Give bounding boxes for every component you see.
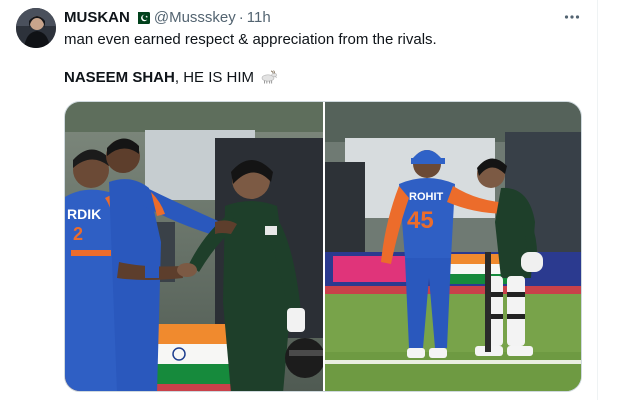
photo-consoling[interactable]: ROHIT 45: [325, 102, 581, 391]
ellipsis-icon[interactable]: [560, 6, 584, 28]
tweet-bold-name: NASEEM SHAH: [64, 69, 175, 86]
jersey-text-left: RDIK: [67, 206, 101, 222]
timeline-divider: [597, 0, 598, 400]
tweet-text-rest: , HE IS HIM: [174, 69, 255, 86]
tweet-text-line-2: NASEEM SHAH, HE IS HIM: [64, 68, 278, 88]
header-separator: ·: [238, 9, 244, 26]
jersey-name-right: ROHIT: [409, 191, 444, 203]
author-name[interactable]: MUSKAN: [64, 8, 130, 28]
tweet-text-line-1: man even earned respect & appreciation f…: [64, 31, 437, 48]
pakistan-flag-icon: [133, 10, 150, 26]
jersey-number-left: 2: [73, 224, 83, 244]
tweet-card[interactable]: MUSKAN @Mussskey · 11h man even earned r…: [0, 0, 621, 400]
avatar[interactable]: [16, 8, 56, 48]
goat-icon: [260, 70, 278, 84]
post-timestamp[interactable]: 11h: [247, 8, 271, 28]
tweet-header: MUSKAN @Mussskey · 11h: [64, 8, 271, 28]
author-handle[interactable]: @Mussskey: [154, 8, 236, 28]
photo-handshake[interactable]: RDIK 2: [65, 102, 323, 391]
media-grid: RDIK 2 ROHIT 45: [64, 101, 582, 392]
jersey-number-right: 45: [407, 207, 434, 234]
